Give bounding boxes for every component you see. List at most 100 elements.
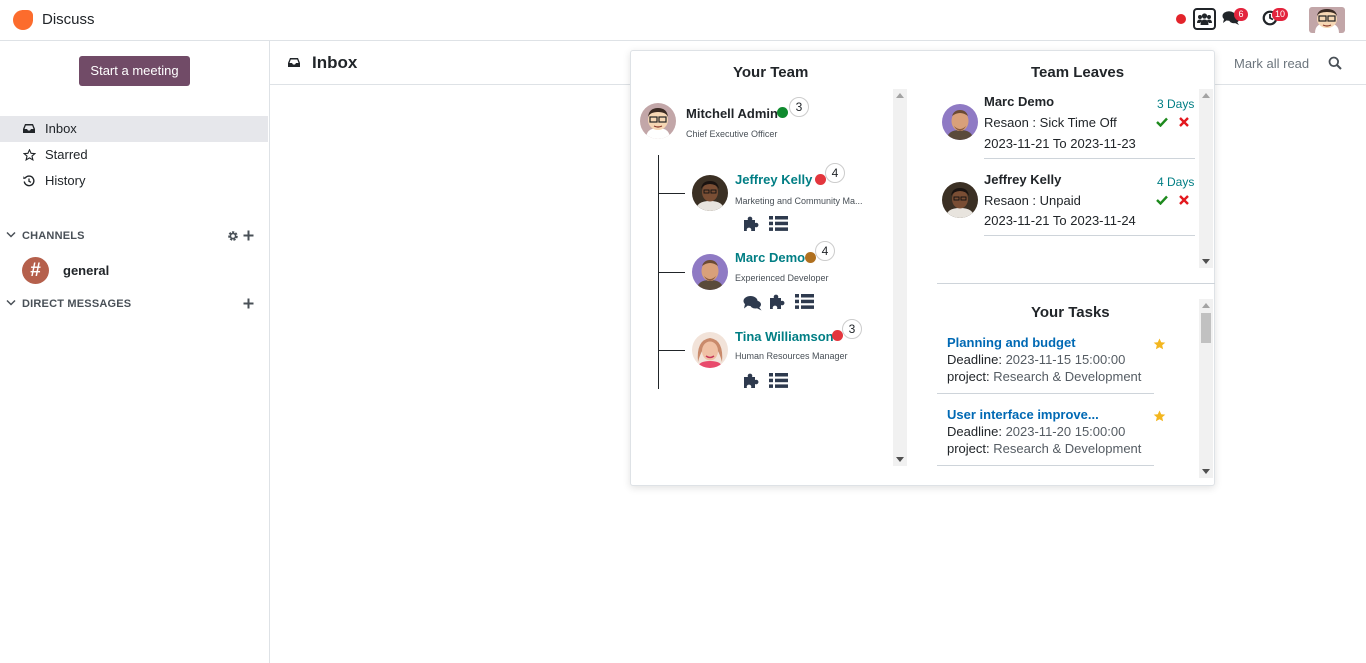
- member-count-badge: 4: [825, 163, 845, 183]
- channel-label: general: [63, 263, 110, 278]
- approve-check-icon[interactable]: [1156, 117, 1168, 127]
- sidebar-item-label: Inbox: [45, 121, 77, 136]
- direct-messages-category[interactable]: DIRECT MESSAGES: [0, 294, 268, 314]
- avatar-image: [942, 104, 978, 140]
- scroll-thumb[interactable]: [1201, 313, 1211, 343]
- task-deadline: Deadline: 2023-11-15 15:00:00: [947, 352, 1125, 367]
- leave-dates: 2023-11-21 To 2023-11-24: [984, 213, 1136, 228]
- task-project: project: Research & Development: [947, 441, 1141, 456]
- member-name[interactable]: Marc Demo: [735, 250, 805, 265]
- section-divider: [937, 283, 1215, 284]
- channel-general[interactable]: # general: [0, 256, 268, 286]
- leave-employee-name: Jeffrey Kelly: [984, 172, 1062, 187]
- scroll-up-icon[interactable]: [1202, 303, 1210, 308]
- avatar-image: [692, 332, 728, 368]
- team-dashboard-button[interactable]: [1193, 8, 1216, 30]
- leave-divider: [984, 235, 1195, 236]
- scroll-down-icon[interactable]: [1202, 259, 1210, 264]
- away-status-icon: [805, 252, 816, 263]
- manager-avatar[interactable]: [640, 103, 676, 139]
- avatar-image: [692, 175, 728, 211]
- deadline-label: Deadline:: [947, 424, 1002, 439]
- project-label: project:: [947, 441, 990, 456]
- scroll-up-icon[interactable]: [1202, 93, 1210, 98]
- sidebar-item-inbox[interactable]: Inbox: [0, 116, 268, 142]
- member-avatar[interactable]: [692, 332, 728, 368]
- sidebar-item-starred[interactable]: Starred: [0, 142, 268, 168]
- mark-all-read-button[interactable]: Mark all read: [1234, 56, 1309, 71]
- leave-reason: Resaon : Sick Time Off: [984, 115, 1117, 130]
- your-tasks-title: Your Tasks: [1031, 304, 1110, 321]
- messages-badge: 6: [1234, 8, 1248, 21]
- avatar-image: [692, 254, 728, 290]
- discuss-logo-icon[interactable]: [13, 10, 33, 30]
- tree-branch-line: [659, 350, 685, 351]
- project-value: Research & Development: [993, 369, 1142, 384]
- status-indicator-icon[interactable]: [1176, 14, 1186, 24]
- member-name[interactable]: Jeffrey Kelly: [735, 172, 812, 187]
- team-scrollbar[interactable]: [893, 89, 907, 466]
- star-outline-icon: [23, 149, 36, 161]
- sidebar-item-history[interactable]: History: [0, 168, 268, 194]
- history-icon: [23, 175, 35, 187]
- start-meeting-button[interactable]: Start a meeting: [79, 56, 190, 86]
- member-avatar[interactable]: [692, 254, 728, 290]
- page-title: Inbox: [312, 53, 358, 72]
- star-filled-icon[interactable]: [1153, 410, 1166, 422]
- your-team-title: Your Team: [733, 64, 809, 81]
- member-job: Human Resources Manager: [735, 351, 848, 361]
- add-direct-message-icon[interactable]: [243, 298, 254, 309]
- member-job: Marketing and Community Ma...: [735, 196, 863, 206]
- leave-dates: 2023-11-21 To 2023-11-23: [984, 136, 1136, 151]
- avatar-image: [942, 182, 978, 218]
- list-icon[interactable]: [795, 294, 814, 309]
- task-divider: [937, 465, 1154, 466]
- chat-icon[interactable]: [743, 295, 762, 311]
- task-title-link[interactable]: User interface improve...: [947, 407, 1099, 422]
- deadline-value: 2023-11-15 15:00:00: [1005, 352, 1126, 367]
- project-label: project:: [947, 369, 990, 384]
- direct-messages-label: DIRECT MESSAGES: [22, 298, 132, 310]
- puzzle-icon[interactable]: [769, 293, 787, 310]
- member-avatar[interactable]: [692, 175, 728, 211]
- channels-category[interactable]: CHANNELS: [0, 226, 268, 246]
- busy-status-icon: [815, 174, 826, 185]
- deadline-label: Deadline:: [947, 352, 1002, 367]
- member-job: Experienced Developer: [735, 273, 829, 283]
- member-count-badge: 4: [815, 241, 835, 261]
- task-deadline: Deadline: 2023-11-20 15:00:00: [947, 424, 1125, 439]
- leave-divider: [984, 158, 1195, 159]
- app-name[interactable]: Discuss: [42, 11, 95, 28]
- leaves-scrollbar[interactable]: [1199, 89, 1213, 268]
- puzzle-icon[interactable]: [743, 215, 761, 232]
- channel-hash-icon: #: [22, 257, 49, 284]
- scroll-up-icon[interactable]: [896, 93, 904, 98]
- tasks-scrollbar[interactable]: [1199, 299, 1213, 478]
- gear-icon[interactable]: [227, 230, 239, 242]
- refuse-x-icon[interactable]: [1179, 117, 1189, 127]
- activities-badge: 10: [1272, 8, 1289, 21]
- manager-job: Chief Executive Officer: [686, 129, 778, 139]
- task-title-link[interactable]: Planning and budget: [947, 335, 1076, 350]
- manager-name[interactable]: Mitchell Admin: [686, 106, 778, 121]
- search-icon[interactable]: [1328, 56, 1342, 70]
- leave-days: 4 Days: [1157, 175, 1195, 189]
- refuse-x-icon[interactable]: [1179, 195, 1189, 205]
- sidebar: Start a meeting Inbox Starred History CH…: [0, 41, 270, 663]
- list-icon[interactable]: [769, 216, 788, 231]
- channels-label: CHANNELS: [22, 230, 85, 242]
- scroll-down-icon[interactable]: [1202, 469, 1210, 474]
- busy-status-icon: [832, 330, 843, 341]
- approve-check-icon[interactable]: [1156, 195, 1168, 205]
- leave-avatar: [942, 182, 978, 218]
- star-filled-icon[interactable]: [1153, 338, 1166, 350]
- member-name[interactable]: Tina Williamson: [735, 329, 834, 344]
- inbox-icon: [288, 58, 300, 67]
- scroll-down-icon[interactable]: [896, 457, 904, 462]
- add-channel-icon[interactable]: [243, 230, 254, 241]
- list-icon[interactable]: [769, 373, 788, 388]
- project-value: Research & Development: [993, 441, 1142, 456]
- user-avatar[interactable]: [1309, 7, 1345, 33]
- member-count-badge: 3: [842, 319, 862, 339]
- puzzle-icon[interactable]: [743, 372, 761, 389]
